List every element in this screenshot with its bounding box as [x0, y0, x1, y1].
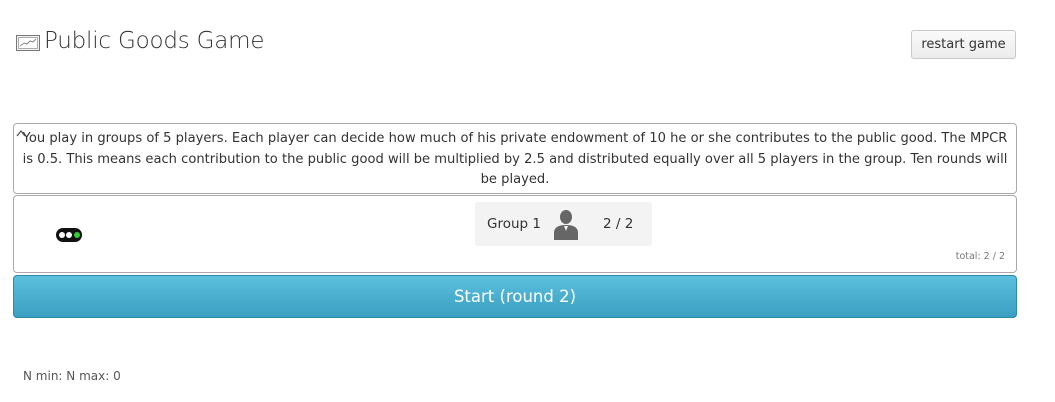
start-round-button[interactable]: Start (round 2) [13, 275, 1017, 318]
footer-n-range: N min: N max: 0 [23, 369, 121, 383]
restart-game-button[interactable]: restart game [911, 30, 1016, 59]
group-card: Group 1 2 / 2 [475, 202, 652, 246]
status-light-dot [58, 232, 65, 238]
instructions-text: You play in groups of 5 players. Each pl… [22, 131, 1008, 187]
header: Public Goods Game [16, 28, 265, 54]
group-panel: Group 1 2 / 2 total: 2 / 2 [13, 195, 1017, 273]
group-count: 2 / 2 [603, 216, 634, 232]
page-title: Public Goods Game [44, 28, 265, 54]
instructions-box: You play in groups of 5 players. Each pl… [13, 123, 1017, 194]
traffic-light-icon [56, 228, 82, 242]
caret-up-icon[interactable] [16, 124, 26, 137]
page: Public Goods Game restart game You play … [0, 0, 1055, 402]
status-light-dot [66, 232, 72, 238]
group-label: Group 1 [487, 216, 541, 232]
chart-image-icon [16, 35, 40, 51]
status-light-dot [73, 232, 80, 238]
person-icon [553, 209, 579, 240]
total-count: total: 2 / 2 [955, 251, 1005, 262]
